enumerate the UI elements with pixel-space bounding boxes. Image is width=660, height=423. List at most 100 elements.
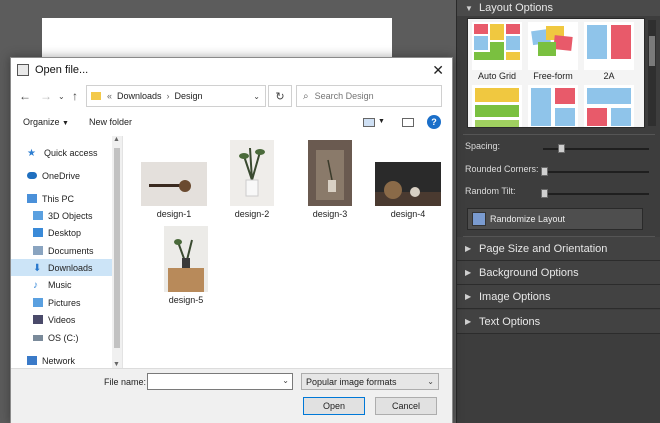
rounded-slider-knob[interactable] [541, 167, 548, 176]
nav-label: Music [48, 279, 72, 290]
nav-scroll-thumb[interactable] [114, 148, 120, 348]
nav-scrollbar[interactable]: ▲ ▼ [112, 136, 122, 368]
file-item[interactable]: design-4 [372, 162, 444, 219]
layout-scroll-thumb[interactable] [649, 36, 655, 66]
free-form-icon [531, 26, 573, 56]
image-thumbnail [164, 226, 208, 292]
refresh-icon[interactable]: ↻ [268, 85, 292, 107]
view-options-icon[interactable] [363, 118, 375, 127]
nav-label: Desktop [48, 227, 82, 238]
document-icon [33, 246, 43, 255]
file-name-field[interactable]: ⌄ [147, 373, 293, 390]
nav-label: Network [42, 355, 76, 366]
scroll-up-icon[interactable]: ▲ [113, 136, 120, 143]
file-list: design-1 design-2 design-3 design-4 desi… [124, 136, 452, 368]
dialog-footer: File name: ⌄ Popular image formats ⌄ Ope… [11, 368, 452, 423]
file-name-input[interactable] [148, 374, 278, 389]
breadcrumb-design[interactable]: Design [175, 91, 203, 101]
picture-icon [33, 298, 43, 307]
video-icon [33, 315, 43, 324]
help-icon[interactable]: ? [427, 115, 441, 129]
layout-label-auto-grid: Auto Grid [477, 71, 517, 81]
search-icon: ⌕ [303, 90, 309, 102]
layout-mixed-icon [531, 88, 575, 126]
random-tilt-label: Random Tilt: [465, 186, 516, 196]
section-image[interactable]: ▶ Image Options [457, 285, 660, 309]
spacing-slider-knob[interactable] [558, 144, 565, 153]
tilt-slider-track[interactable] [543, 193, 649, 195]
breadcrumb-downloads[interactable]: Downloads [117, 91, 162, 101]
rounded-corners-row: Rounded Corners: [465, 164, 655, 178]
dialog-title: Open file... [35, 64, 89, 76]
layout-thumb-free-form[interactable] [528, 22, 578, 70]
layout-thumb-row2-3[interactable] [584, 85, 634, 127]
section-page-size[interactable]: ▶ Page Size and Orientation [457, 237, 660, 261]
auto-grid-icon [474, 24, 520, 60]
layout-scrollbar[interactable] [648, 20, 656, 126]
close-icon[interactable]: ✕ [432, 62, 444, 79]
desktop-icon [33, 228, 43, 237]
address-box[interactable]: « Downloads › Design ⌄ [86, 85, 266, 107]
nav-item-downloads[interactable]: ⬇ Downloads [11, 259, 112, 276]
file-item[interactable]: design-3 [294, 140, 366, 219]
nav-label: 3D Objects [48, 210, 93, 221]
image-thumbnail [230, 140, 274, 206]
up-arrow-icon[interactable]: ↑ [72, 89, 78, 103]
chevron-down-icon: ▼ [62, 120, 69, 127]
search-input[interactable] [314, 91, 425, 101]
app-icon [17, 64, 29, 76]
section-background[interactable]: ▶ Background Options [457, 261, 660, 285]
dialog-titlebar[interactable]: Open file... ✕ [11, 58, 452, 82]
section-label: Text Options [479, 315, 541, 328]
layout-options-label: Layout Options [479, 2, 553, 14]
right-panel: ▼ Layout Options Auto Grid Free-form 2A … [456, 0, 660, 423]
preview-pane-icon[interactable] [402, 118, 414, 127]
search-box[interactable]: ⌕ [296, 85, 442, 107]
cancel-button[interactable]: Cancel [375, 397, 437, 415]
folder-icon [91, 92, 101, 100]
breadcrumb-separator: › [166, 91, 170, 101]
open-button[interactable]: Open [303, 397, 365, 415]
layout-thumb-auto-grid[interactable] [472, 22, 522, 70]
two-a-icon [587, 25, 631, 59]
forward-arrow-icon[interactable]: → [40, 89, 52, 103]
address-dropdown-icon[interactable]: ⌄ [253, 92, 260, 101]
new-folder-button[interactable]: New folder [89, 117, 132, 127]
cube-icon [33, 211, 43, 220]
layout-thumb-2a[interactable] [584, 22, 634, 70]
image-thumbnail [308, 140, 352, 206]
spacing-row: Spacing: [465, 141, 655, 155]
nav-label: OneDrive [42, 170, 81, 181]
address-prefix: « [107, 91, 113, 101]
image-thumbnail [141, 162, 207, 206]
section-label: Image Options [479, 290, 551, 303]
organize-button[interactable]: Organize ▼ [23, 117, 69, 127]
cancel-button-label: Cancel [391, 401, 420, 411]
image-thumbnail [375, 162, 441, 206]
layout-thumb-row2-2[interactable] [528, 85, 578, 127]
layout-options-header[interactable]: ▼ Layout Options [457, 0, 660, 16]
back-arrow-icon[interactable]: ← [19, 89, 31, 103]
file-item[interactable]: design-5 [150, 226, 222, 305]
scroll-down-icon[interactable]: ▼ [113, 361, 120, 368]
section-text[interactable]: ▶ Text Options [457, 310, 660, 334]
file-type-value: Popular image formats [306, 376, 397, 387]
file-item[interactable]: design-2 [216, 140, 288, 219]
chevron-down-icon[interactable]: ⌄ [58, 92, 65, 101]
layout-label-free-form: Free-form [533, 71, 573, 81]
chevron-down-icon[interactable]: ⌄ [282, 376, 289, 385]
file-item[interactable]: design-1 [138, 162, 210, 219]
navigation-pane: ★ Quick access OneDrive This PC 3D Objec… [11, 136, 123, 368]
address-bar-row: ← → ⌄ ↑ « Downloads › Design ⌄ ↻ ⌕ [11, 85, 452, 109]
cloud-icon [27, 172, 37, 179]
tilt-slider-knob[interactable] [541, 189, 548, 198]
layout-thumb-row2-1[interactable] [472, 85, 522, 127]
randomize-layout-button[interactable]: Randomize Layout [467, 208, 643, 230]
nav-label: Videos [48, 314, 76, 325]
rounded-slider-track[interactable] [543, 171, 649, 173]
rounded-corners-label: Rounded Corners: [465, 164, 539, 174]
file-type-select[interactable]: Popular image formats ⌄ [301, 373, 439, 390]
dialog-toolbar: Organize ▼ New folder ▼ ? [11, 112, 452, 134]
file-name: design-3 [312, 209, 348, 219]
view-dropdown-icon[interactable]: ▼ [378, 118, 385, 125]
